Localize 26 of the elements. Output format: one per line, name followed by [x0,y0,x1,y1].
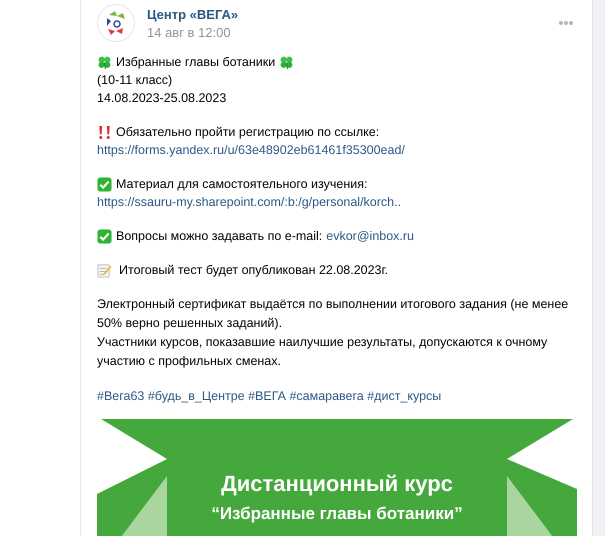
post-text: Итоговый тест будет опубликован 22.08.2023г. [119,262,388,279]
post-text: Материал для самостоятельного изучения: [116,176,368,193]
check-icon [97,176,112,192]
email-link[interactable]: evkor@inbox.ru [326,227,414,245]
more-icon[interactable] [558,20,574,26]
post-text: Электронный сертификат выдаётся по выполнении итогового задания (не менее 50% верно решенных заданий). [97,296,570,332]
post-text: Участники курсов, показавшие наилучшие результаты, допускаются к очному участию с профильных сменах. [97,334,548,370]
post-text: 14.08.2023-25.08.2023 [97,90,226,107]
memo-icon [97,262,112,278]
author-name[interactable]: Центр «ВЕГА» [147,6,546,22]
avatar-logo-icon[interactable] [97,4,135,42]
check-icon [97,228,112,244]
clover-icon [97,54,112,70]
scrollbar[interactable] [592,0,605,536]
post-text: Вопросы можно задавать по e-mail: [116,228,322,245]
post-time: 14 авг в 12:00 [147,24,232,40]
post-link[interactable]: https://ssauru-my.sharepoint.com/:b:/g/personal/korch.. [97,193,402,211]
banner-subtitle: “Избранные главы ботаники” [211,504,463,524]
post-title: Избранные главы ботаники [116,54,276,71]
double-exclamation-icon [97,124,112,140]
post-text: (10-11 класс) [97,72,172,89]
banner-title: Дистанционный курс [221,471,453,496]
post-text: Обязательно пройти регистрацию по ссылке: [116,124,380,141]
post-link[interactable]: https://forms.yandex.ru/u/63e48902eb61461f35300ead/ [97,141,405,159]
hashtags-link[interactable]: #Вега63 #будь_в_Центре #ВЕГА #самаравега #дист_курсы [97,387,442,405]
clover-icon [279,54,294,70]
